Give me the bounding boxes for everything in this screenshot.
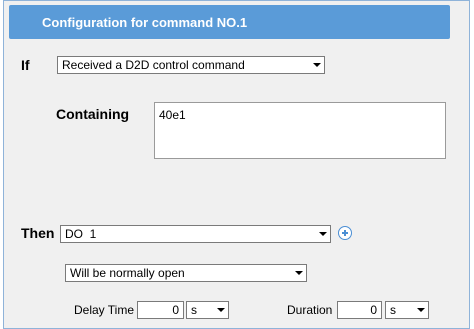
target-select[interactable]: DO 1 (60, 225, 331, 243)
panel-header: Configuration for command NO.1 (9, 5, 450, 39)
containing-label: Containing (56, 106, 130, 122)
containing-value: 40e1 (159, 108, 186, 122)
command-config-panel: Configuration for command NO.1 If Receiv… (3, 0, 470, 329)
delay-unit-select[interactable]: s (186, 301, 229, 319)
chevron-down-icon[interactable] (214, 303, 227, 317)
duration-value: 0 (370, 303, 377, 317)
chevron-down-icon[interactable] (414, 303, 427, 317)
duration-unit-select[interactable]: s (385, 301, 429, 319)
delay-time-label: Delay Time (74, 303, 135, 317)
plus-circle-icon[interactable] (338, 226, 352, 240)
delay-time-value: 0 (172, 303, 179, 317)
condition-select-value: Received a D2D control command (62, 58, 245, 72)
chevron-down-icon[interactable] (310, 58, 323, 72)
delay-unit-value: s (191, 303, 197, 317)
chevron-down-icon[interactable] (316, 227, 329, 241)
condition-select[interactable]: Received a D2D control command (57, 56, 325, 74)
target-select-value: DO 1 (65, 227, 97, 241)
action-select-value: Will be normally open (70, 266, 185, 280)
duration-input[interactable]: 0 (337, 301, 382, 319)
duration-unit-value: s (390, 303, 396, 317)
delay-time-input[interactable]: 0 (137, 301, 184, 319)
duration-label: Duration (287, 303, 333, 317)
containing-textarea[interactable]: 40e1 (154, 102, 446, 159)
if-label: If (21, 57, 30, 73)
panel-title: Configuration for command NO.1 (42, 15, 248, 30)
action-select[interactable]: Will be normally open (65, 264, 307, 282)
then-label: Then (21, 225, 55, 241)
chevron-down-icon[interactable] (292, 266, 305, 280)
